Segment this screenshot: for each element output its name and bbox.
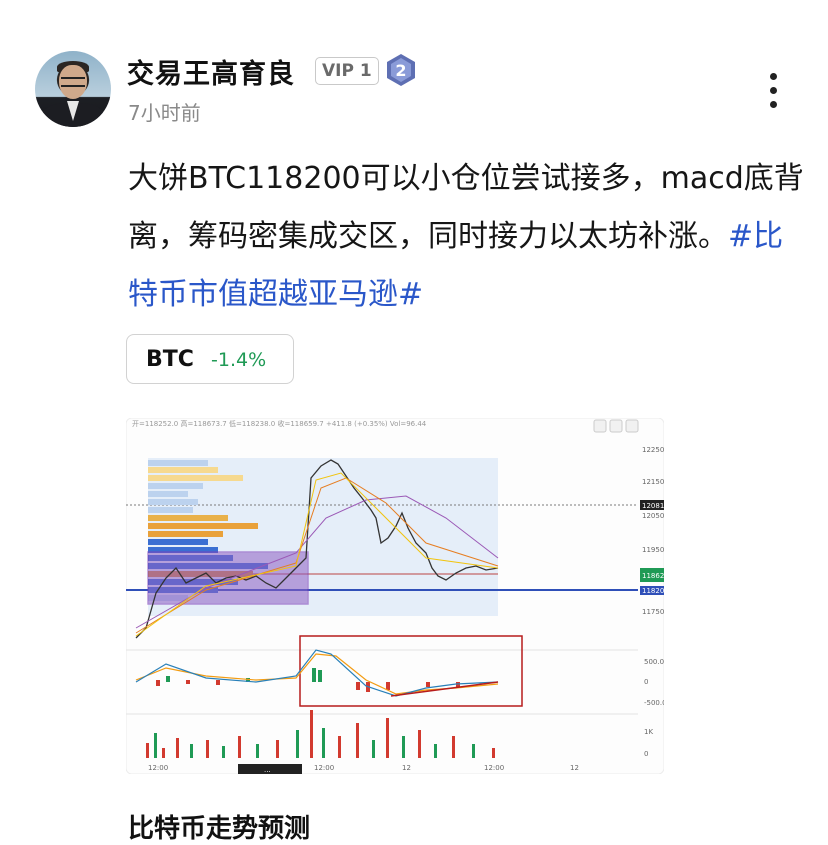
chart-top-info: 开=118252.0 高=118673.7 低=118238.0 收=11865… <box>132 419 427 428</box>
price-label: 11820 <box>642 587 664 595</box>
price-label: 11862 <box>642 572 664 580</box>
macd-tick: 0 <box>644 678 648 686</box>
rank-badge-icon: 2 <box>387 54 415 86</box>
volume-tick: 1K <box>644 728 653 736</box>
avatar-glasses <box>61 77 85 87</box>
avatar[interactable] <box>35 51 111 127</box>
macd-tick: 500.0 <box>644 658 664 666</box>
price-tick: 117500 <box>642 608 664 616</box>
price-tick: 122500 <box>642 446 664 454</box>
chart-image[interactable]: 开=118252.0 高=118673.7 低=118238.0 收=11865… <box>126 418 664 774</box>
macd-tick: -500.0 <box>644 699 664 707</box>
more-options-icon[interactable] <box>766 73 780 111</box>
chart-download-icon[interactable] <box>593 419 607 433</box>
post-time: 7小时前 <box>128 101 201 125</box>
chart-camera-icon[interactable] <box>625 419 639 433</box>
author-name[interactable]: 交易王高育良 <box>127 52 295 91</box>
x-tick: 12:00 <box>484 764 504 772</box>
volume-tick: 0 <box>644 750 648 758</box>
section-title: 比特币走势预测 <box>128 814 311 844</box>
post-text: 大饼BTC118200可以小仓位尝试接多，macd底背离，筹码密集成交区，同时接… <box>128 150 808 324</box>
price-label: 12081 <box>642 502 664 510</box>
price-tick: 119500 <box>642 546 664 554</box>
chart-upload-icon[interactable] <box>609 419 623 433</box>
rank-badge-number: 2 <box>395 61 406 80</box>
x-tick: 12:00 <box>314 764 334 772</box>
ticker-symbol: BTC <box>146 347 194 372</box>
ticker-chip[interactable]: BTC -1.4% <box>126 334 294 384</box>
crosshair-label: ... <box>264 766 271 774</box>
x-tick: 12:00 <box>148 764 168 772</box>
post-body: 大饼BTC118200可以小仓位尝试接多，macd底背离，筹码密集成交区，同时接… <box>128 161 804 254</box>
ticker-change: -1.4% <box>211 349 267 371</box>
price-tick: 120500 <box>642 512 664 520</box>
vip-badge: VIP 1 <box>315 57 379 85</box>
price-tick: 121500 <box>642 478 664 486</box>
x-tick: 12 <box>570 764 579 772</box>
x-tick: 12 <box>402 764 411 772</box>
